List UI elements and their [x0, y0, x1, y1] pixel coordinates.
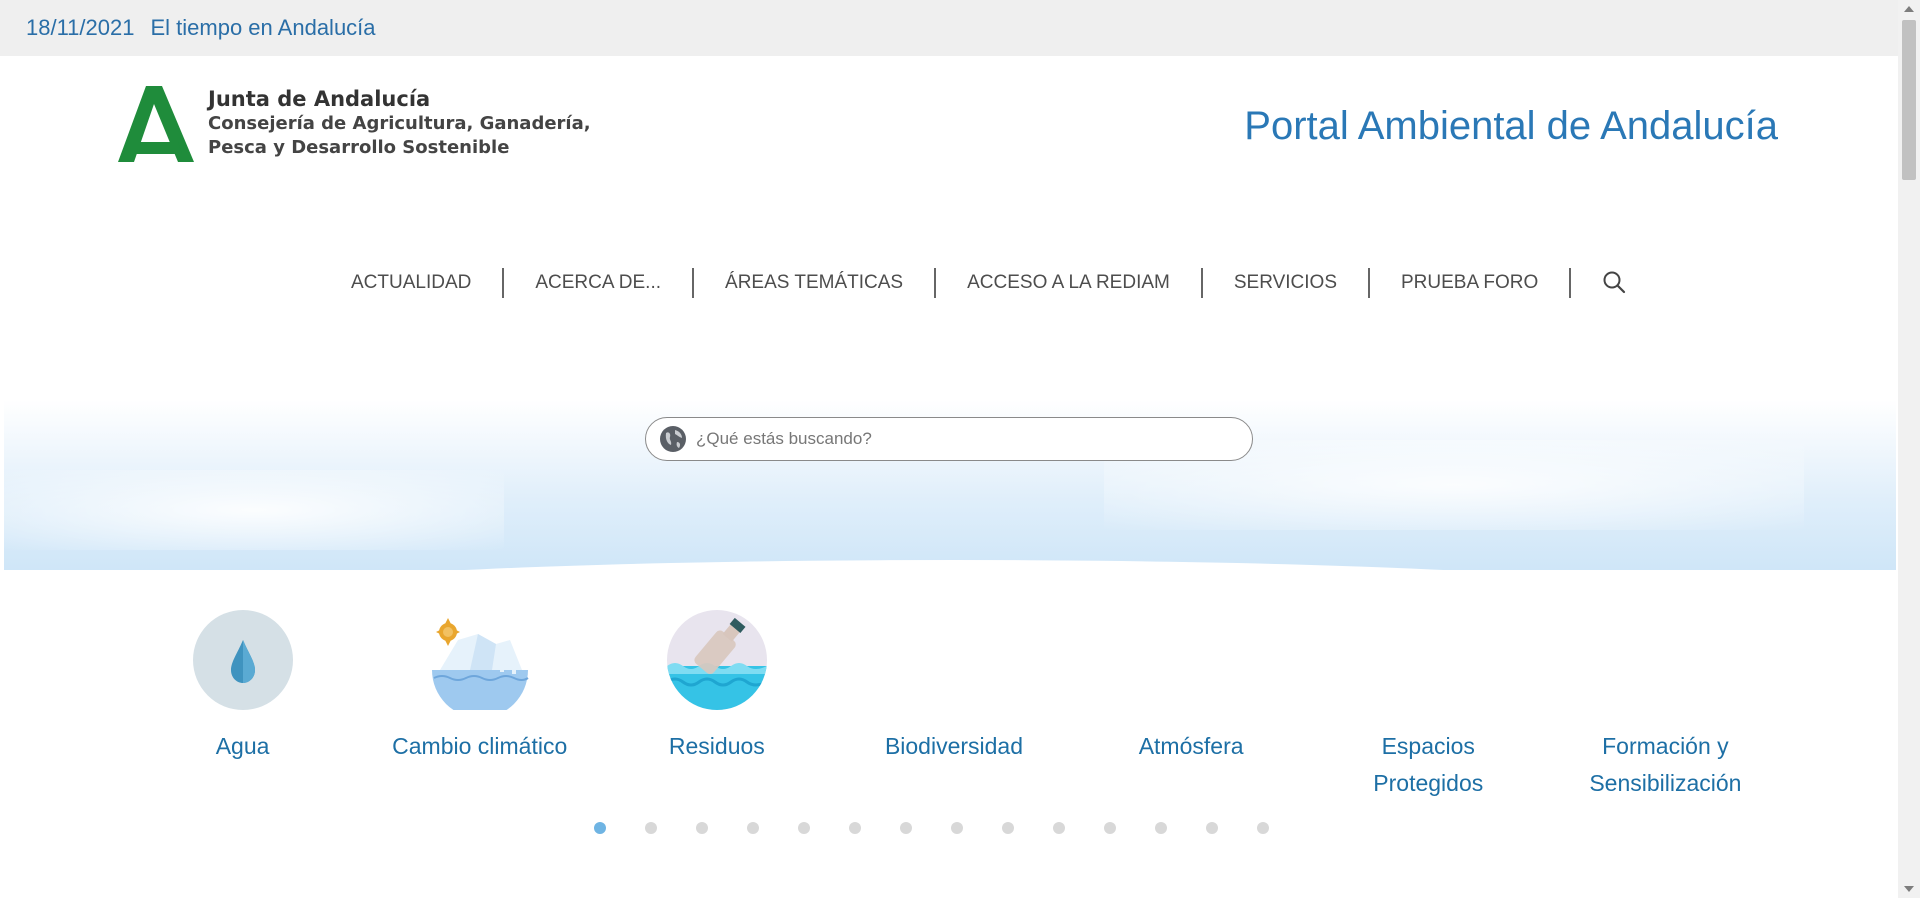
- carousel-dot[interactable]: [696, 822, 708, 834]
- topic-label: Formación y Sensibilización: [1589, 733, 1742, 796]
- nav-item-acerca-de[interactable]: ACERCA DE...: [504, 268, 695, 298]
- topic-label: Residuos: [668, 733, 765, 759]
- carousel-dot[interactable]: [594, 822, 606, 834]
- junta-logo[interactable]: Junta de Andalucía Consejería de Agricul…: [116, 86, 591, 166]
- nav-item-prueba-foro[interactable]: PRUEBA FORO: [1370, 268, 1572, 298]
- topic-label: Espacios Protegidos: [1373, 733, 1484, 796]
- carousel-dot[interactable]: [1002, 822, 1014, 834]
- topic-label: Cambio climático: [392, 733, 568, 759]
- page-scrollbar[interactable]: [1898, 0, 1920, 898]
- carousel-dot[interactable]: [1053, 822, 1065, 834]
- portal-title[interactable]: Portal Ambiental de Andalucía: [1244, 104, 1778, 149]
- carousel-dot[interactable]: [1155, 822, 1167, 834]
- carousel-dot[interactable]: [900, 822, 912, 834]
- search-input[interactable]: [694, 428, 1218, 450]
- carousel-dot[interactable]: [951, 822, 963, 834]
- top-bar: 18/11/2021 El tiempo en Andalucía: [0, 0, 1898, 56]
- nav-item-servicios[interactable]: SERVICIOS: [1203, 268, 1370, 298]
- melting-iceberg-icon: [431, 618, 529, 710]
- topic-label: Biodiversidad: [884, 733, 1024, 759]
- carousel-dot[interactable]: [849, 822, 861, 834]
- current-date: 18/11/2021: [26, 15, 135, 40]
- topics-carousel: Agua Cambio climático Residuos Biodivers…: [124, 610, 1784, 802]
- scroll-up-icon[interactable]: [1904, 6, 1914, 12]
- search-icon[interactable]: [1601, 269, 1629, 297]
- topic-espacios-protegidos[interactable]: Espacios Protegidos: [1310, 610, 1547, 802]
- nav-item-areas-tematicas[interactable]: ÁREAS TEMÁTICAS: [694, 268, 937, 298]
- main-nav: ACTUALIDAD ACERCA DE... ÁREAS TEMÁTICAS …: [320, 268, 1629, 298]
- logo-subtitle-2: Pesca y Desarrollo Sostenible: [208, 137, 510, 158]
- junta-andalucia-logo-icon: [118, 86, 194, 162]
- water-drop-icon: [192, 610, 293, 710]
- carousel-dot[interactable]: [1206, 822, 1218, 834]
- cloud-decoration: [4, 470, 504, 550]
- topic-agua[interactable]: Agua: [124, 610, 361, 802]
- bottle-in-sea-icon: [666, 610, 767, 710]
- scroll-down-icon[interactable]: [1904, 886, 1914, 892]
- weather-link[interactable]: El tiempo en Andalucía: [150, 15, 375, 41]
- topic-residuos[interactable]: Residuos: [598, 610, 835, 802]
- hero-curve: [214, 560, 1694, 570]
- topic-biodiversidad[interactable]: Biodiversidad: [835, 610, 1072, 802]
- logo-title: Junta de Andalucía: [208, 87, 431, 111]
- carousel-dot[interactable]: [747, 822, 759, 834]
- carousel-pagination: [594, 822, 1308, 834]
- nav-item-acceso-rediam[interactable]: ACCESO A LA REDIAM: [936, 268, 1203, 298]
- nav-item-actualidad[interactable]: ACTUALIDAD: [320, 268, 505, 298]
- scrollbar-thumb[interactable]: [1902, 20, 1916, 180]
- logo-subtitle-1: Consejería de Agricultura, Ganadería,: [208, 113, 591, 134]
- site-search[interactable]: [645, 417, 1253, 461]
- carousel-dot[interactable]: [1257, 822, 1269, 834]
- topic-atmosfera[interactable]: Atmósfera: [1073, 610, 1310, 802]
- topic-label: Atmósfera: [1138, 733, 1244, 759]
- topic-cambio-climatico[interactable]: Cambio climático: [361, 610, 598, 802]
- globe-icon: [660, 426, 686, 452]
- carousel-dot[interactable]: [798, 822, 810, 834]
- carousel-dot[interactable]: [645, 822, 657, 834]
- carousel-dot[interactable]: [1104, 822, 1116, 834]
- topic-label: Agua: [215, 733, 270, 759]
- topic-formacion-sensibilizacion[interactable]: Formación y Sensibilización: [1547, 610, 1784, 802]
